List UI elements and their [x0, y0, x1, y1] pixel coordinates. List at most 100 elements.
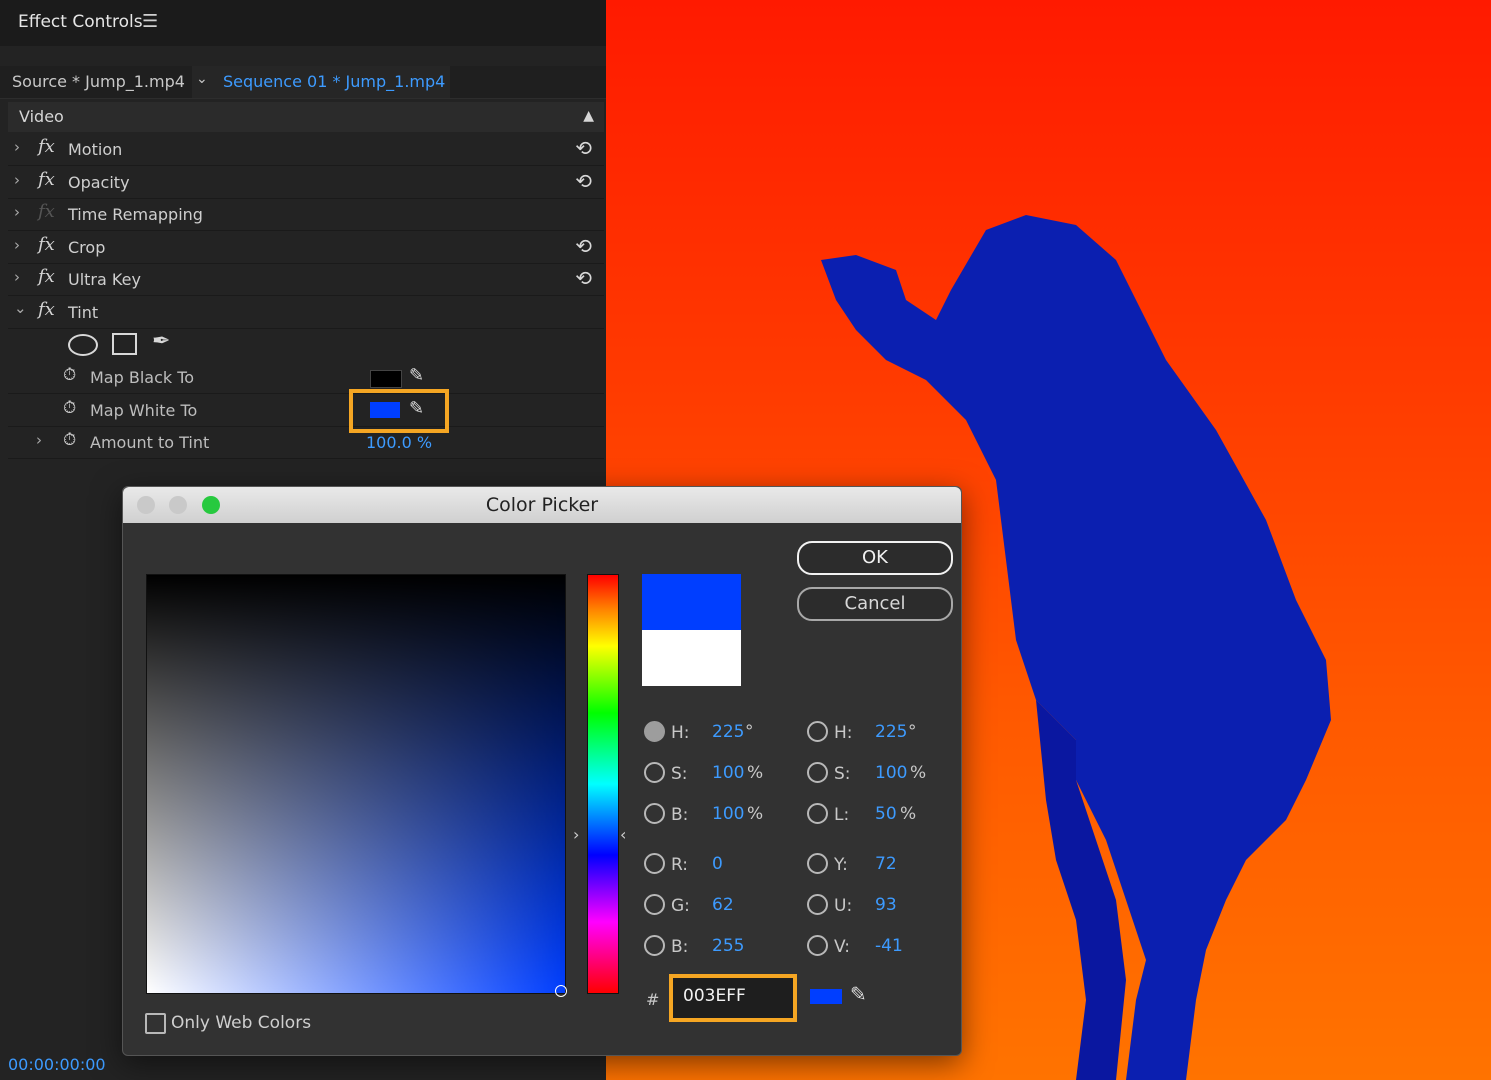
- only-web-colors-checkbox[interactable]: [145, 1013, 166, 1034]
- tab-source[interactable]: Source * Jump_1.mp4: [12, 72, 185, 91]
- reset-icon[interactable]: ⟲: [575, 136, 592, 160]
- yuv-u-field[interactable]: U: 93: [807, 894, 947, 918]
- yuv-y-field[interactable]: Y: 72: [807, 853, 947, 877]
- fx-icon[interactable]: fx: [38, 299, 55, 320]
- effect-row-tint[interactable]: ⌄ fx Tint: [8, 296, 604, 329]
- eyedropper-icon[interactable]: ✎: [409, 398, 424, 419]
- rgb-red-field[interactable]: R: 0: [644, 853, 784, 877]
- field-value[interactable]: 100: [712, 804, 744, 824]
- stopwatch-icon[interactable]: ⏱: [63, 430, 76, 450]
- chevron-right-icon[interactable]: ›: [14, 138, 20, 156]
- effect-row-ultra-key[interactable]: › fx Ultra Key ⟲: [8, 263, 604, 296]
- radio[interactable]: [807, 803, 828, 824]
- rgb-blue-field[interactable]: B: 255: [644, 935, 784, 959]
- fx-icon[interactable]: fx: [38, 136, 55, 157]
- fx-icon[interactable]: fx: [38, 266, 55, 287]
- chevron-down-icon[interactable]: ⌄: [14, 299, 27, 317]
- hex-value[interactable]: 003EFF: [683, 986, 746, 1006]
- radio[interactable]: [807, 721, 828, 742]
- field-value[interactable]: 100: [712, 763, 744, 783]
- hsb-hue-field[interactable]: H: 225 °: [644, 721, 784, 745]
- field-value[interactable]: 100: [875, 763, 907, 783]
- field-unit: %: [910, 763, 927, 783]
- radio[interactable]: [807, 853, 828, 874]
- hsb-brightness-field[interactable]: B: 100 %: [644, 803, 784, 827]
- field-key: H:: [671, 723, 690, 743]
- effect-label: Tint: [68, 303, 99, 322]
- field-value[interactable]: 255: [712, 936, 744, 956]
- eyedropper-icon[interactable]: ✎: [850, 982, 867, 1006]
- section-video-header[interactable]: Video ▲: [8, 102, 604, 132]
- chevron-right-icon[interactable]: ›: [14, 268, 20, 286]
- color-field-handle[interactable]: [555, 985, 567, 997]
- radio[interactable]: [644, 935, 665, 956]
- radio[interactable]: [644, 853, 665, 874]
- reset-icon[interactable]: ⟲: [575, 234, 592, 258]
- effect-row-crop[interactable]: › fx Crop ⟲: [8, 231, 604, 264]
- only-web-colors-label: Only Web Colors: [171, 1013, 312, 1033]
- chevron-right-icon[interactable]: ›: [14, 171, 20, 189]
- chevron-right-icon[interactable]: ›: [36, 431, 42, 449]
- tab-sequence-label: Sequence 01 * Jump_1.mp4: [223, 72, 446, 91]
- panel-menu-icon[interactable]: ☰: [142, 11, 158, 32]
- radio-selected[interactable]: [644, 721, 665, 742]
- field-value[interactable]: 93: [875, 895, 897, 915]
- stopwatch-icon[interactable]: ⏱: [63, 398, 76, 418]
- field-value[interactable]: -41: [875, 936, 903, 956]
- field-value[interactable]: 72: [875, 854, 897, 874]
- fx-icon[interactable]: fx: [38, 169, 55, 190]
- ellipse-mask-icon[interactable]: [68, 334, 98, 356]
- dialog-title: Color Picker: [485, 494, 599, 516]
- rgb-green-field[interactable]: G: 62: [644, 894, 784, 918]
- effect-row-motion[interactable]: › fx Motion ⟲: [8, 133, 604, 166]
- field-value[interactable]: 62: [712, 895, 734, 915]
- hsb-saturation-field[interactable]: S: 100 %: [644, 762, 784, 786]
- amount-value[interactable]: 100.0 %: [366, 433, 432, 452]
- yuv-v-field[interactable]: V: -41: [807, 935, 947, 959]
- hsl-hue-field[interactable]: H: 225 °: [807, 721, 947, 745]
- saturation-brightness-field[interactable]: [146, 574, 566, 994]
- hue-pointer-left-icon[interactable]: ›: [573, 825, 579, 844]
- field-value[interactable]: 225: [712, 722, 744, 742]
- reset-icon[interactable]: ⟲: [575, 266, 592, 290]
- chevron-right-icon[interactable]: ›: [14, 236, 20, 254]
- radio[interactable]: [644, 894, 665, 915]
- effect-row-time-remapping[interactable]: › fx Time Remapping: [8, 198, 604, 231]
- chevron-down-icon[interactable]: ⌄: [196, 71, 208, 87]
- hue-pointer-right-icon[interactable]: ‹: [620, 825, 626, 844]
- rectangle-mask-icon[interactable]: [112, 333, 137, 355]
- pen-mask-icon[interactable]: ✒: [152, 329, 170, 354]
- field-value[interactable]: 225: [875, 722, 907, 742]
- timecode[interactable]: 00:00:00:00: [8, 1055, 106, 1074]
- stopwatch-icon[interactable]: ⏱: [63, 365, 76, 385]
- field-key: H:: [834, 723, 853, 743]
- collapse-up-icon[interactable]: ▲: [583, 108, 594, 124]
- effect-row-opacity[interactable]: › fx Opacity ⟲: [8, 166, 604, 199]
- cancel-button[interactable]: Cancel: [797, 587, 953, 621]
- reset-icon[interactable]: ⟲: [575, 169, 592, 193]
- field-value[interactable]: 0: [712, 854, 723, 874]
- field-value[interactable]: 50: [875, 804, 897, 824]
- radio[interactable]: [807, 894, 828, 915]
- ok-button[interactable]: OK: [797, 541, 953, 575]
- radio[interactable]: [644, 762, 665, 783]
- hue-slider[interactable]: [587, 574, 619, 994]
- new-color-preview: [642, 574, 741, 630]
- radio[interactable]: [807, 762, 828, 783]
- field-unit: °: [745, 722, 754, 742]
- hsl-saturation-field[interactable]: S: 100 %: [807, 762, 947, 786]
- tab-sequence[interactable]: ⌄ Sequence 01 * Jump_1.mp4: [192, 66, 450, 98]
- fx-icon: fx: [38, 201, 55, 222]
- radio[interactable]: [807, 935, 828, 956]
- hex-input[interactable]: 003EFF: [669, 974, 797, 1022]
- eyedropper-icon[interactable]: ✎: [409, 365, 424, 386]
- fx-icon[interactable]: fx: [38, 234, 55, 255]
- chevron-right-icon[interactable]: ›: [14, 203, 20, 221]
- original-color-preview[interactable]: [642, 630, 741, 686]
- hex-hash-label: #: [646, 990, 660, 1009]
- radio[interactable]: [644, 803, 665, 824]
- effect-label: Ultra Key: [68, 270, 141, 289]
- map-white-swatch[interactable]: [370, 402, 400, 418]
- hsl-lightness-field[interactable]: L: 50 %: [807, 803, 947, 827]
- map-black-swatch[interactable]: [370, 370, 402, 388]
